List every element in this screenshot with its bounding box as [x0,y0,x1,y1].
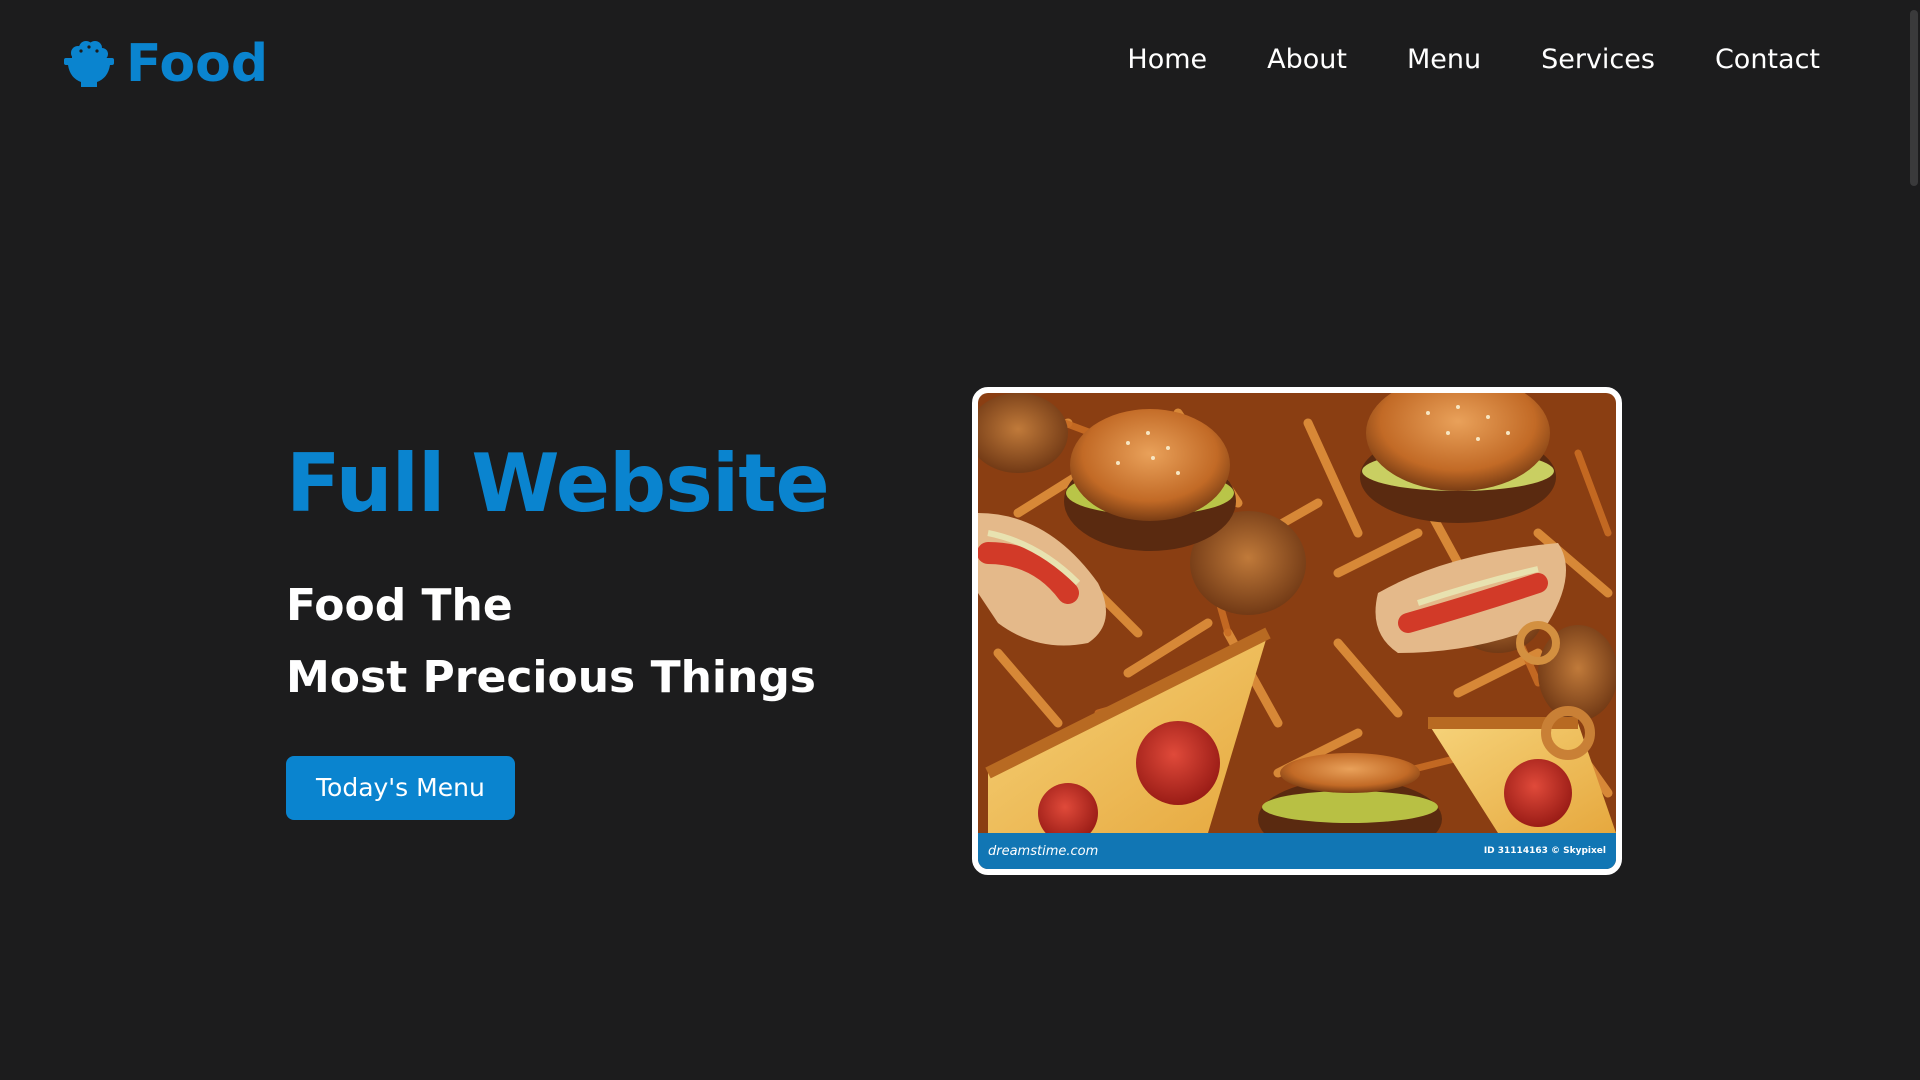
brand-name: Food [126,34,269,94]
nav-item-menu[interactable]: Menu [1407,44,1481,75]
nav-item-services[interactable]: Services [1541,44,1655,75]
hero-subtitle: Food The Most Precious Things [286,570,906,714]
rice-bowl-icon [64,40,114,88]
nav-item-about[interactable]: About [1267,44,1347,75]
hero-image-frame: dreamstime.com ID 31114163 © Skypixel [972,387,1622,875]
nav-item-contact[interactable]: Contact [1715,44,1820,75]
scrollbar-thumb[interactable] [1910,10,1918,186]
page: Food Home About Menu Services Contact Fu… [0,0,1920,1080]
hero-subtitle-line-2: Most Precious Things [286,652,816,703]
hero-subtitle-line-1: Food The [286,580,513,631]
fast-food-collage-image [978,393,1616,869]
image-watermark-bar: dreamstime.com ID 31114163 © Skypixel [978,833,1616,869]
hero-title: Full Website [286,437,830,530]
watermark-site: dreamstime.com [988,843,1099,859]
todays-menu-button[interactable]: Today's Menu [286,756,515,820]
nav-item-home[interactable]: Home [1127,44,1207,75]
watermark-id: ID 31114163 © Skypixel [1483,846,1606,856]
page-scrollbar[interactable] [1908,0,1920,1080]
main-nav: Home About Menu Services Contact [1127,44,1820,75]
hero-text-block: Full Website Food The Most Precious Thin… [286,438,906,820]
brand-logo[interactable]: Food [64,34,268,94]
